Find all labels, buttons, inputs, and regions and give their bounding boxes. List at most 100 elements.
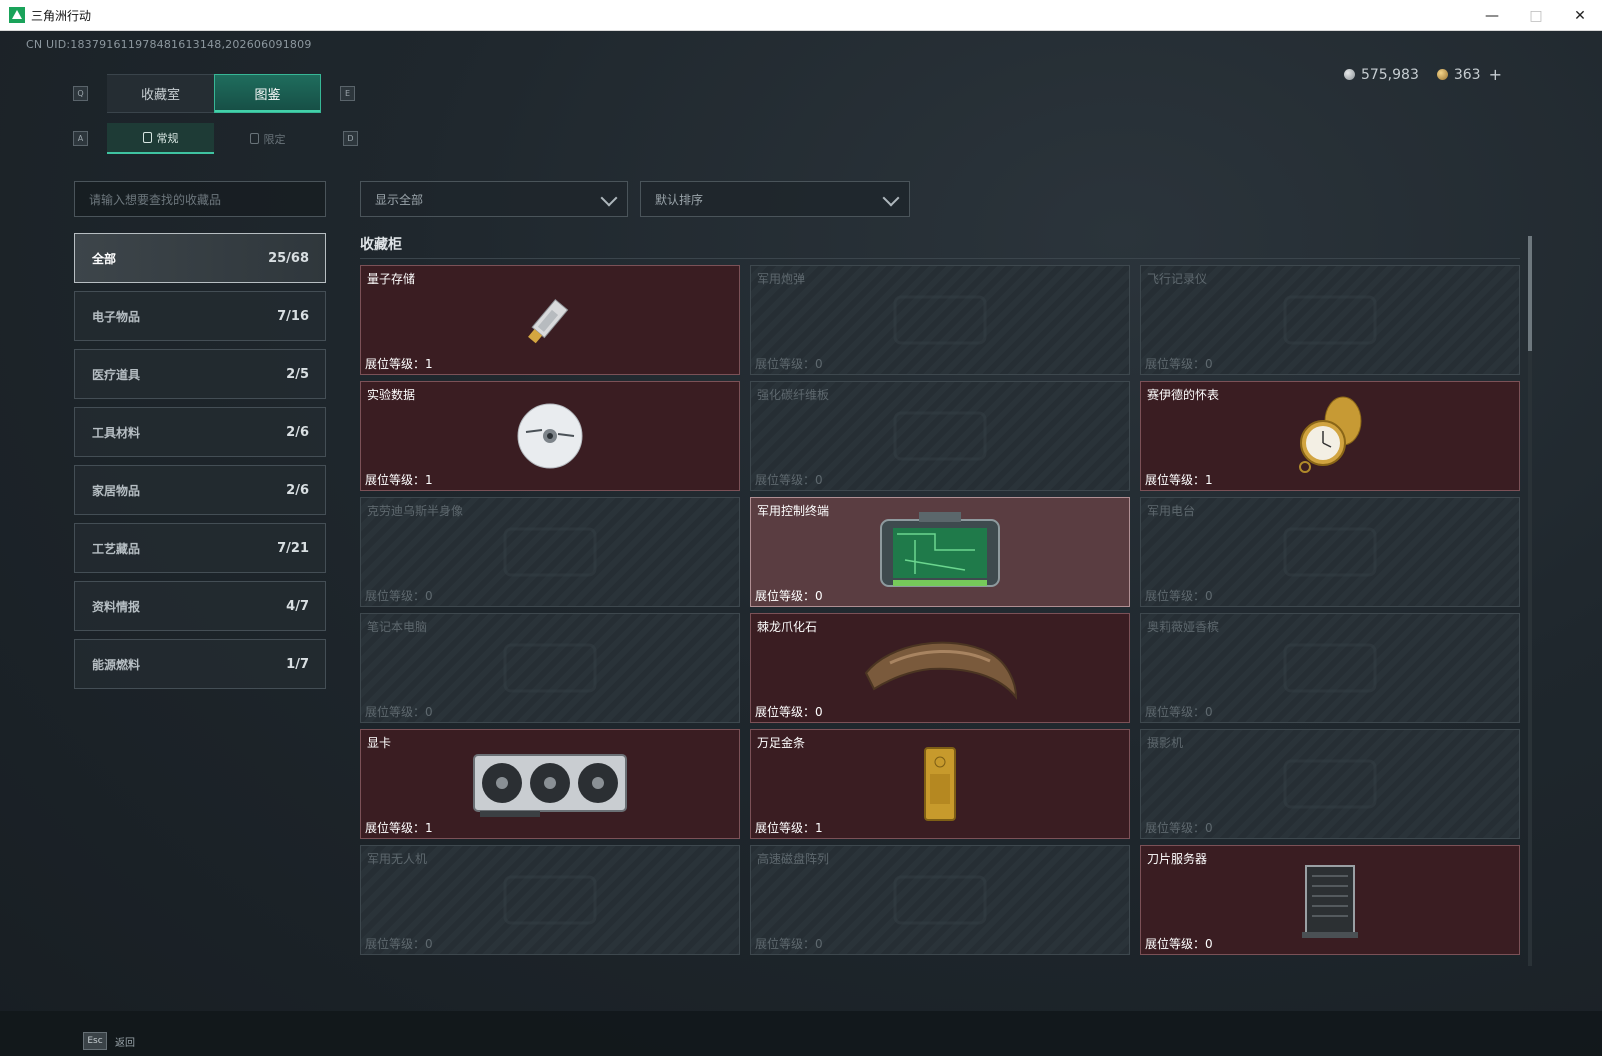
level-label: 展位等级： xyxy=(1145,589,1206,603)
bust-icon xyxy=(495,517,605,591)
minimize-icon[interactable]: — xyxy=(1470,0,1514,31)
back-label[interactable]: 返回 xyxy=(115,1034,135,1049)
search-input[interactable]: 请输入想要查找的收藏品 xyxy=(74,181,326,217)
collection-item[interactable]: 军用无人机 展位等级：0 xyxy=(360,845,740,955)
item-level: 展位等级：1 xyxy=(755,819,823,836)
category-count: 1/7 xyxy=(286,656,309,672)
item-name: 军用炮弹 xyxy=(757,272,806,286)
tab-codex[interactable]: 图鉴 xyxy=(214,74,321,113)
item-level: 展位等级：0 xyxy=(755,587,823,604)
category-label: 工具材料 xyxy=(92,425,141,440)
level-value: 0 xyxy=(1205,821,1213,835)
key-e-hint: E xyxy=(340,86,355,101)
item-name: 高速磁盘阵列 xyxy=(757,852,830,866)
category-all[interactable]: 全部 25/68 xyxy=(74,233,326,283)
category-electronics[interactable]: 电子物品 7/16 xyxy=(74,291,326,341)
collection-item[interactable]: 强化碳纤维板 展位等级：0 xyxy=(750,381,1130,491)
collection-item[interactable]: 实验数据展位等级：1 xyxy=(360,381,740,491)
game-viewport: CN UID:1837916119784816131​48,2026060918… xyxy=(0,31,1602,1056)
item-name: 飞行记录仪 xyxy=(1147,272,1208,286)
gold-currency: 363 + xyxy=(1436,65,1502,84)
sort-dropdown[interactable]: 默认排序 xyxy=(640,181,910,217)
display-filter-value: 显示全部 xyxy=(375,192,424,207)
category-medical[interactable]: 医疗道具 2/5 xyxy=(74,349,326,399)
item-name: 实验数据 xyxy=(367,388,416,402)
category-label: 能源燃料 xyxy=(92,657,141,672)
category-tools[interactable]: 工具材料 2/6 xyxy=(74,407,326,457)
disc-icon xyxy=(514,400,586,476)
category-label: 全部 xyxy=(92,251,117,266)
collection-item[interactable]: 军用控制终端 展位等级：0 xyxy=(750,497,1130,607)
category-count: 25/68 xyxy=(268,250,309,266)
level-value: 0 xyxy=(1205,357,1213,371)
sub-tabs: 常规 限定 xyxy=(107,123,321,154)
item-level: 展位等级：1 xyxy=(365,471,433,488)
display-filter-dropdown[interactable]: 显示全部 xyxy=(360,181,628,217)
level-label: 展位等级： xyxy=(365,937,426,951)
level-value: 0 xyxy=(425,705,433,719)
item-level: 展位等级：0 xyxy=(365,587,433,604)
collection-item[interactable]: 显卡 展位等级：1 xyxy=(360,729,740,839)
collection-item[interactable]: 刀片服务器 展位等级：0 xyxy=(1140,845,1520,955)
collection-item[interactable]: 万足金条 展位等级：1 xyxy=(750,729,1130,839)
disk-array-icon xyxy=(885,865,995,939)
collection-item[interactable]: 量子存储 展位等级：1 xyxy=(360,265,740,375)
gold-coin-icon xyxy=(1436,69,1448,80)
item-level: 展位等级：1 xyxy=(1145,471,1213,488)
category-label: 医疗道具 xyxy=(92,367,141,382)
category-count: 2/5 xyxy=(286,366,309,382)
level-value: 1 xyxy=(425,357,433,371)
collection-item[interactable]: 赛伊德的怀表 展位等级：1 xyxy=(1140,381,1520,491)
level-value: 0 xyxy=(815,589,823,603)
category-intel[interactable]: 资料情报 4/7 xyxy=(74,581,326,631)
category-household[interactable]: 家居物品 2/6 xyxy=(74,465,326,515)
category-count: 4/7 xyxy=(286,598,309,614)
item-level: 展位等级：0 xyxy=(755,703,823,720)
tab-collection-room[interactable]: 收藏室 xyxy=(107,74,214,113)
item-level: 展位等级：0 xyxy=(755,471,823,488)
collection-item[interactable]: 棘龙爪化石 展位等级：0 xyxy=(750,613,1130,723)
tab-limited[interactable]: 限定 xyxy=(214,123,321,154)
add-currency-button[interactable]: + xyxy=(1489,65,1502,84)
collection-item[interactable]: 军用炮弹 展位等级：0 xyxy=(750,265,1130,375)
collection-item[interactable]: 摄影机 展位等级：0 xyxy=(1140,729,1520,839)
level-label: 展位等级： xyxy=(1145,705,1206,719)
item-level: 展位等级：0 xyxy=(1145,587,1213,604)
radio-icon xyxy=(1275,517,1385,591)
collection-item[interactable]: 奥莉薇娅香槟 展位等级：0 xyxy=(1140,613,1520,723)
grid-scrollbar[interactable] xyxy=(1528,236,1532,966)
close-icon[interactable]: ✕ xyxy=(1558,0,1602,31)
silver-currency: 575,983 xyxy=(1343,67,1419,83)
category-count: 2/6 xyxy=(286,424,309,440)
key-d-hint: D xyxy=(343,131,358,146)
collection-item[interactable]: 高速磁盘阵列 展位等级：0 xyxy=(750,845,1130,955)
main-tabs: 收藏室 图鉴 xyxy=(107,74,321,113)
collection-item[interactable]: 克劳迪乌斯半身像 展位等级：0 xyxy=(360,497,740,607)
tab-regular[interactable]: 常规 xyxy=(107,123,214,154)
item-level: 展位等级：0 xyxy=(365,703,433,720)
collection-item[interactable]: 笔记本电脑 展位等级：0 xyxy=(360,613,740,723)
item-level: 展位等级：0 xyxy=(755,935,823,952)
collection-item[interactable]: 军用电台 展位等级：0 xyxy=(1140,497,1520,607)
gold-bar-icon xyxy=(920,744,960,828)
tab-regular-label: 常规 xyxy=(156,131,179,145)
drone-icon xyxy=(495,865,605,939)
collection-item[interactable]: 飞行记录仪 展位等级：0 xyxy=(1140,265,1520,375)
sort-value: 默认排序 xyxy=(655,192,704,207)
item-name: 军用无人机 xyxy=(367,852,428,866)
item-level: 展位等级：1 xyxy=(365,355,433,372)
level-value: 1 xyxy=(1205,473,1213,487)
bottom-bar xyxy=(0,1011,1602,1056)
maximize-icon[interactable]: □ xyxy=(1514,0,1558,31)
level-label: 展位等级： xyxy=(755,705,816,719)
camera-icon xyxy=(1275,749,1385,823)
category-energy[interactable]: 能源燃料 1/7 xyxy=(74,639,326,689)
item-name: 显卡 xyxy=(367,736,392,750)
level-label: 展位等级： xyxy=(365,821,426,835)
esc-key-button[interactable]: Esc xyxy=(83,1032,107,1050)
category-crafts[interactable]: 工艺藏品 7/21 xyxy=(74,523,326,573)
silver-coin-icon xyxy=(1343,69,1355,80)
level-value: 1 xyxy=(815,821,823,835)
category-count: 7/16 xyxy=(277,308,309,324)
scrollbar-thumb[interactable] xyxy=(1528,236,1532,351)
